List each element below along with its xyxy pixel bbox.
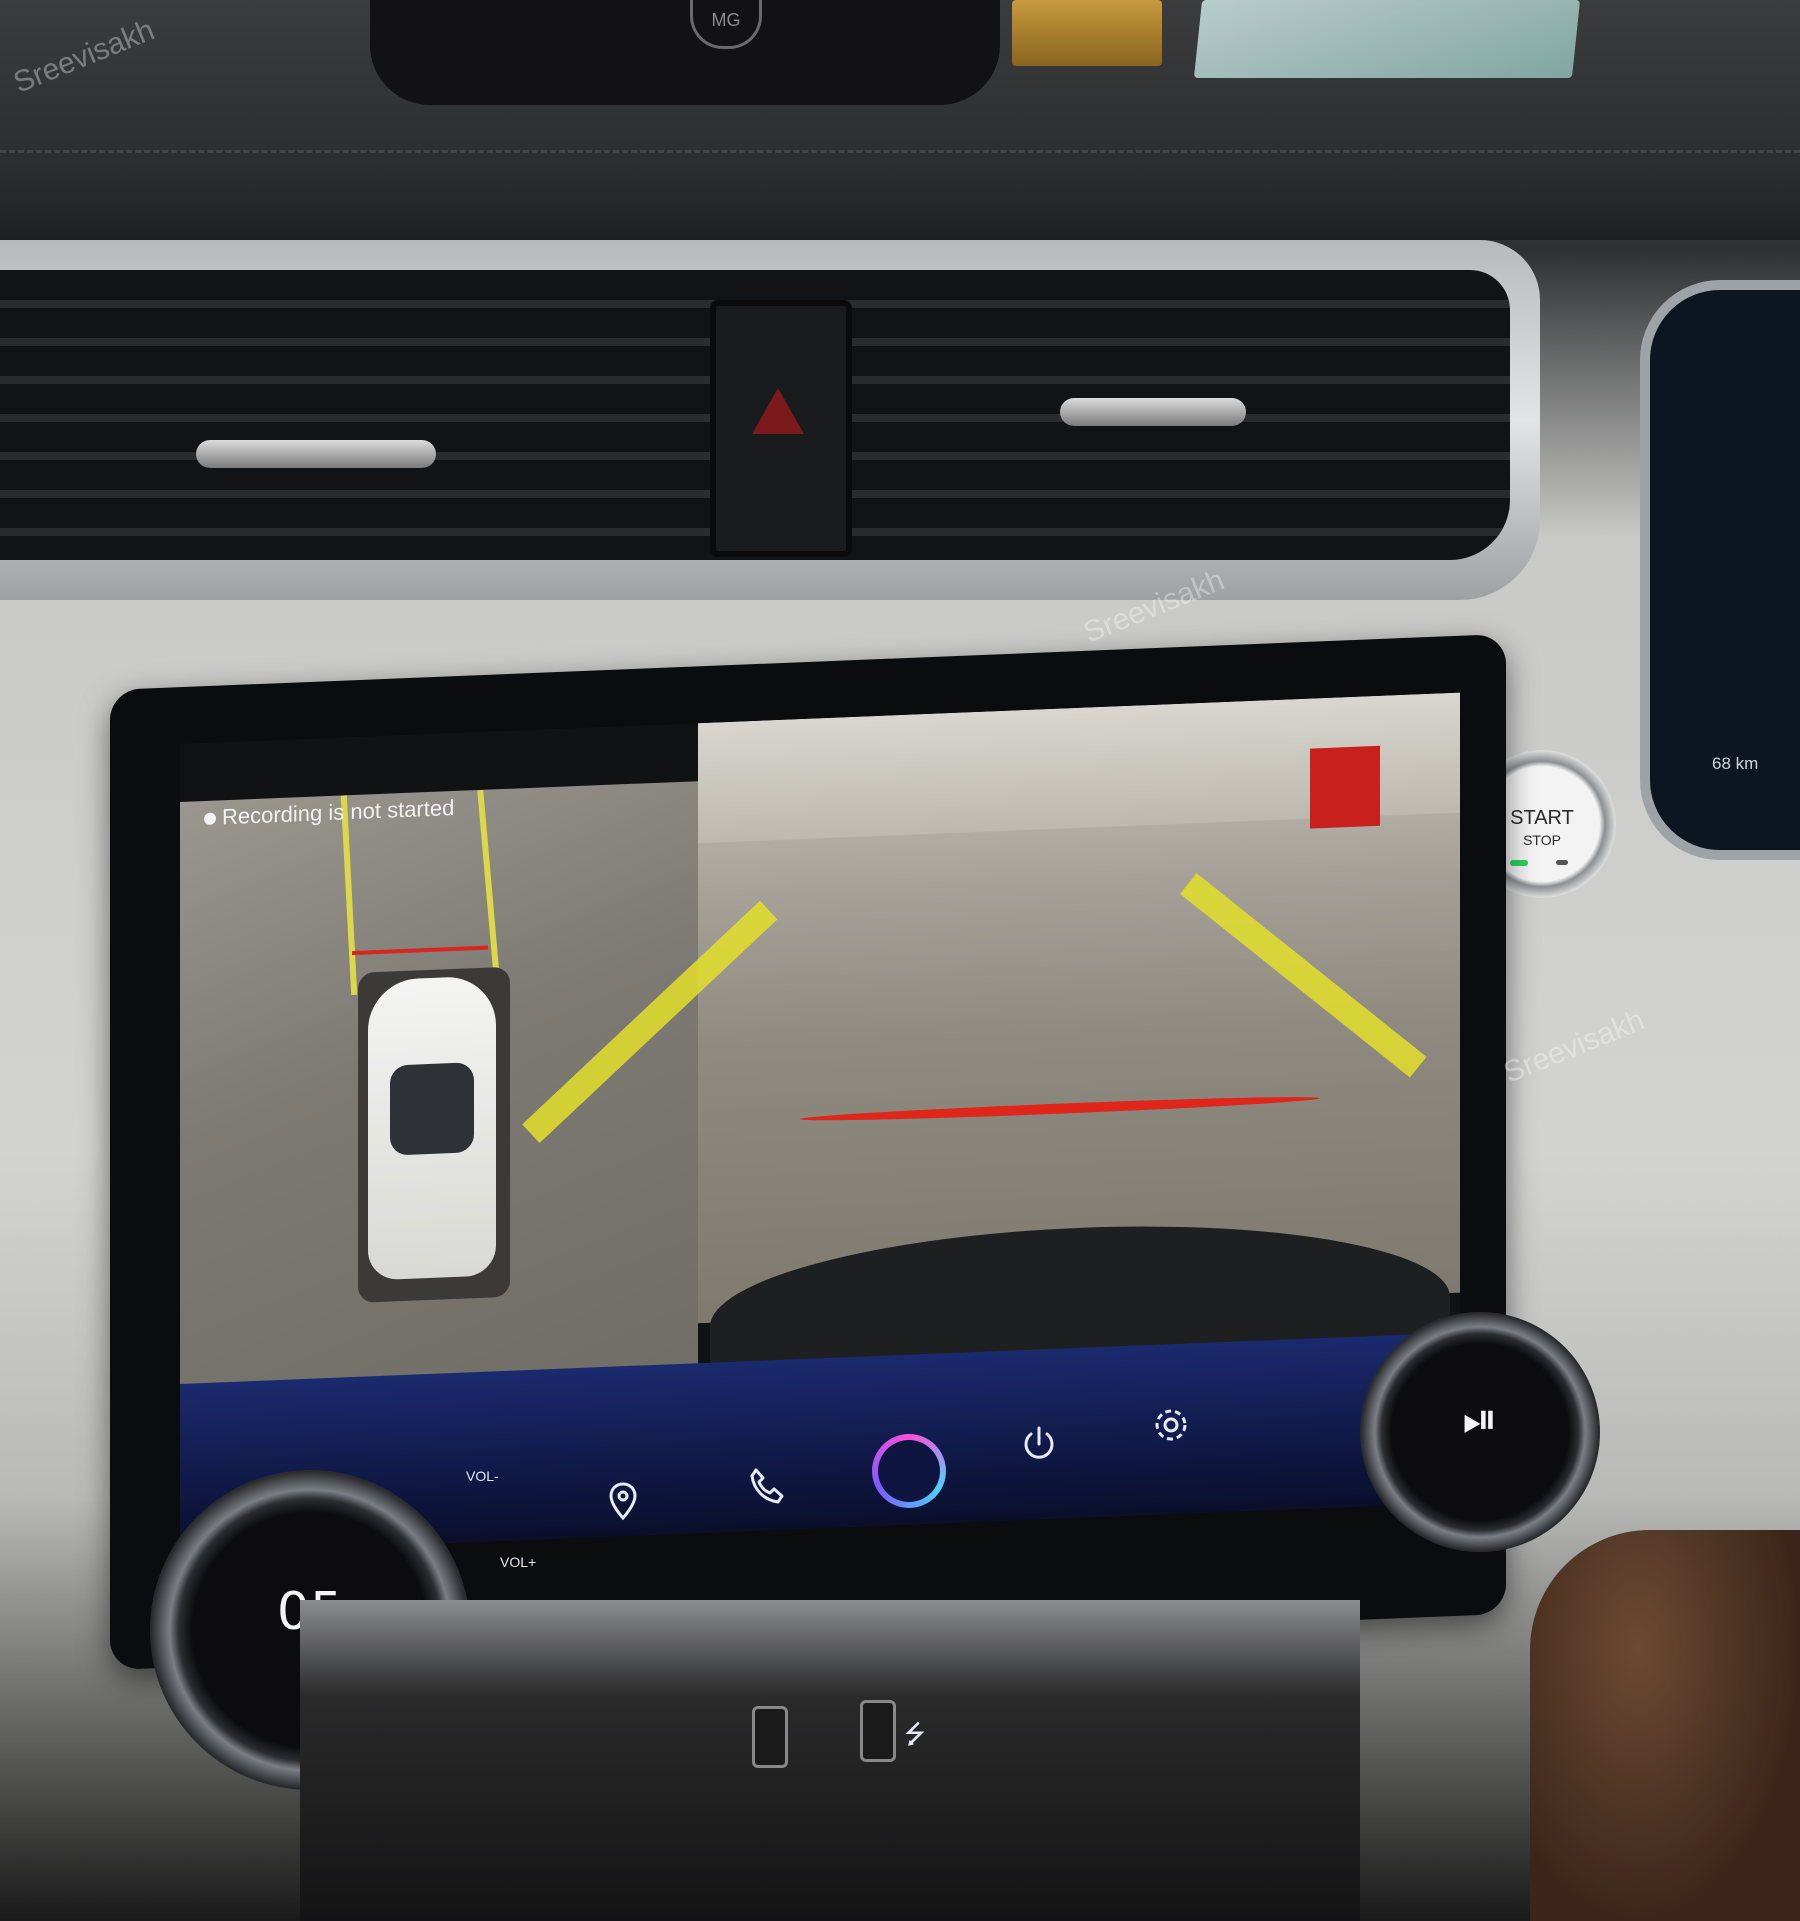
car-top-view-roof bbox=[390, 1062, 474, 1156]
usb-port-2[interactable] bbox=[860, 1700, 896, 1762]
usb-port-1[interactable] bbox=[752, 1706, 788, 1768]
head-up-display-housing bbox=[370, 0, 1000, 105]
volume-down-label: VOL- bbox=[466, 1468, 499, 1484]
lower-console bbox=[300, 1600, 1360, 1921]
settings-icon[interactable] bbox=[1148, 1402, 1194, 1448]
watermark: Sreevisakh bbox=[1499, 1003, 1649, 1090]
hazard-icon bbox=[752, 388, 804, 434]
navigation-icon[interactable] bbox=[600, 1478, 646, 1524]
driver-knee bbox=[1530, 1530, 1800, 1921]
start-indicator-led bbox=[1510, 860, 1528, 866]
dashboard-stitching bbox=[0, 150, 1800, 153]
vent-vane-left[interactable] bbox=[196, 440, 436, 468]
volume-up-label: VOL+ bbox=[500, 1554, 537, 1570]
dealer-sign bbox=[1310, 745, 1380, 829]
range-readout: 68 km bbox=[1712, 754, 1759, 773]
dashboard-glass-ornament bbox=[1193, 0, 1581, 78]
usb-icon: ⭍ bbox=[904, 1719, 926, 1749]
voice-assistant-icon[interactable] bbox=[872, 1434, 946, 1508]
vent-vane-right[interactable] bbox=[1060, 398, 1246, 426]
stop-indicator-led bbox=[1556, 860, 1568, 865]
power-icon[interactable] bbox=[1016, 1420, 1062, 1466]
dashboard-figurine bbox=[1012, 0, 1162, 66]
play-pause-icon: ⏯ bbox=[1462, 1394, 1498, 1445]
phone-icon[interactable] bbox=[744, 1462, 790, 1508]
